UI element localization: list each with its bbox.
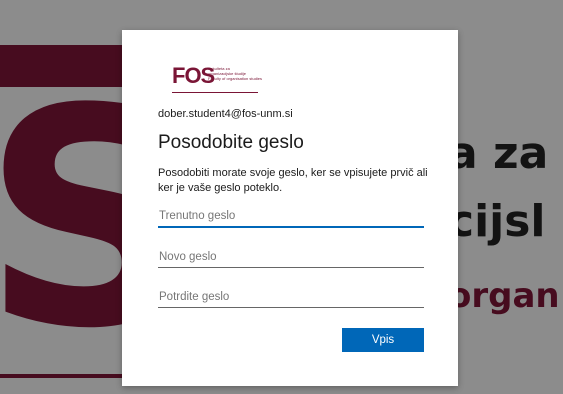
password-update-dialog: FOS Fakulteta za organizacijske študije … (122, 30, 458, 386)
sign-in-button[interactable]: Vpis (342, 328, 424, 352)
dialog-description: Posodobiti morate svoje geslo, ker se vp… (158, 167, 428, 194)
fos-logo: FOS Fakulteta za organizacijske študije … (172, 64, 282, 93)
dialog-title: Posodobite geslo (158, 132, 304, 153)
new-password-field[interactable] (158, 246, 424, 268)
logo-underline (172, 92, 258, 93)
logo-subtitle: Fakulteta za organizacijske študije Facu… (208, 66, 263, 81)
confirm-password-field[interactable] (158, 286, 424, 308)
account-username: dober.student4@fos-unm.si (158, 108, 293, 120)
current-password-field[interactable] (158, 206, 424, 228)
